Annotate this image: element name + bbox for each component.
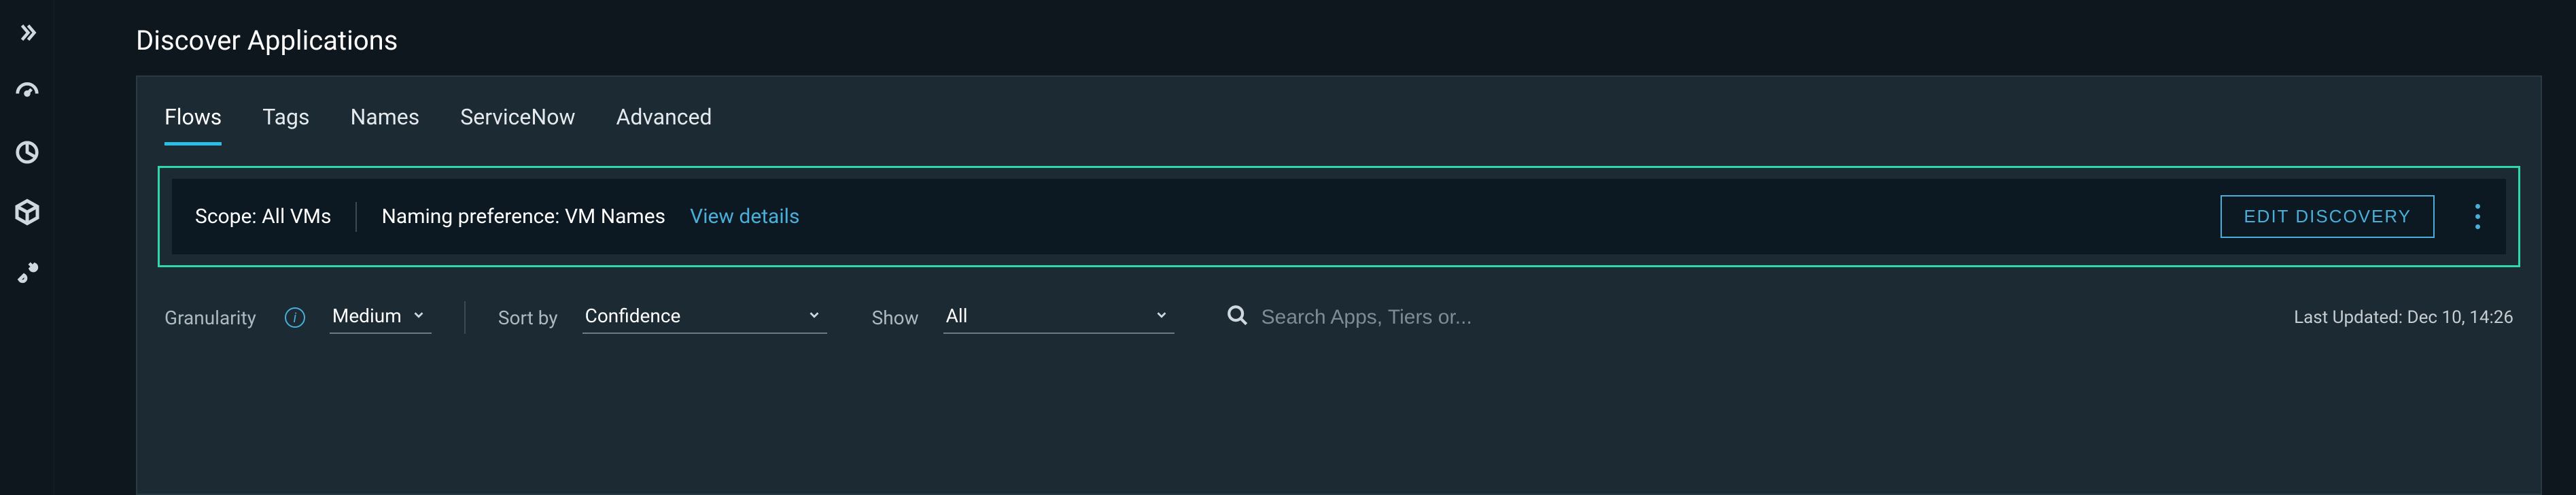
view-details-link[interactable]: View details [690, 205, 799, 228]
search-icon[interactable] [1226, 304, 1249, 332]
sortby-select[interactable]: Confidence [582, 302, 827, 334]
granularity-select[interactable]: Medium [330, 302, 432, 334]
scope-label: Scope: All VMs [195, 205, 331, 228]
panel: Flows Tags Names ServiceNow Advanced Sco… [136, 75, 2542, 495]
tab-advanced[interactable]: Advanced [616, 104, 712, 146]
chevron-down-icon [411, 305, 426, 327]
tab-flows[interactable]: Flows [164, 104, 222, 146]
last-updated: Last Updated: Dec 10, 14:26 [2294, 307, 2513, 328]
separator [464, 301, 466, 334]
info-icon[interactable]: i [285, 307, 305, 328]
app-root: Discover Applications Flows Tags Names S… [0, 0, 2576, 495]
show-label: Show [872, 307, 919, 329]
search-input[interactable] [1261, 306, 1547, 329]
sortby-value: Confidence [585, 305, 797, 327]
scope-card: Scope: All VMs Naming preference: VM Nam… [158, 166, 2520, 267]
show-value: All [946, 305, 1145, 327]
page-title-row: Discover Applications [54, 0, 2576, 75]
page-title: Discover Applications [136, 24, 2576, 56]
tab-servicenow[interactable]: ServiceNow [460, 104, 575, 146]
divider [355, 202, 357, 232]
edit-discovery-button[interactable]: EDIT DISCOVERY [2221, 195, 2435, 238]
naming-label: Naming preference: VM Names [381, 205, 665, 228]
expand-sidebar-icon[interactable] [14, 19, 41, 46]
chevron-down-icon [1154, 305, 1169, 327]
granularity-label: Granularity [164, 307, 256, 329]
controls-row: Granularity i Medium Sort by Confidence … [137, 267, 2541, 354]
scope-inner: Scope: All VMs Naming preference: VM Nam… [172, 179, 2506, 254]
tools-icon[interactable] [14, 258, 41, 286]
tab-bar: Flows Tags Names ServiceNow Advanced [137, 77, 2541, 146]
side-rail [0, 0, 54, 495]
show-select[interactable]: All [943, 302, 1174, 334]
tab-tags[interactable]: Tags [262, 104, 309, 146]
pie-chart-icon[interactable] [14, 139, 41, 166]
granularity-value: Medium [332, 305, 402, 327]
dashboard-gauge-icon[interactable] [14, 79, 41, 106]
main-content: Discover Applications Flows Tags Names S… [54, 0, 2576, 495]
chevron-down-icon [807, 305, 822, 327]
tab-names[interactable]: Names [351, 104, 420, 146]
sortby-label: Sort by [498, 307, 558, 329]
search-wrap [1226, 304, 1547, 332]
topology-cube-icon[interactable] [14, 199, 41, 226]
more-actions-icon[interactable] [2459, 204, 2483, 229]
